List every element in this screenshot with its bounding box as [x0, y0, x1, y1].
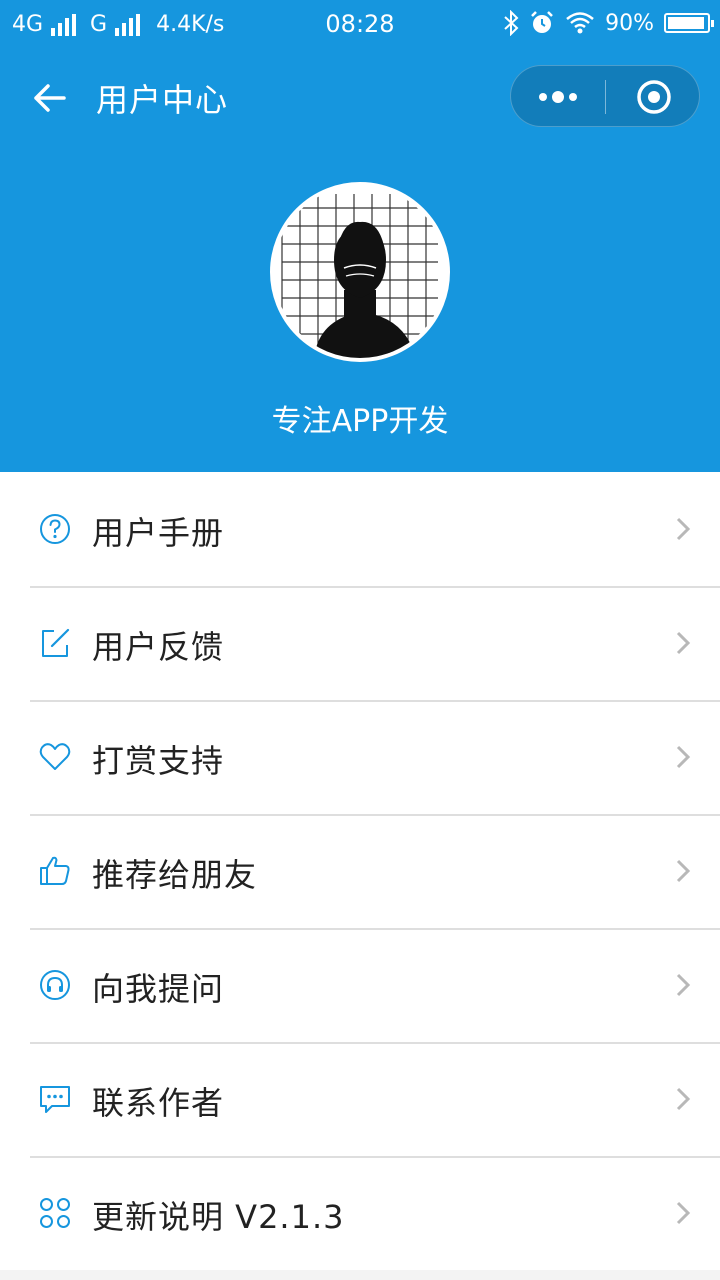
menu-item-label: 用户反馈	[92, 628, 225, 666]
close-target-icon[interactable]	[635, 78, 673, 116]
page-title: 用户中心	[96, 81, 229, 119]
menu-item-label: 推荐给朋友	[92, 856, 258, 894]
menu-item-label: 向我提问	[92, 970, 225, 1008]
battery-icon	[664, 13, 714, 33]
menu-item-changelog[interactable]: 更新说明 V2.1.3	[0, 1156, 720, 1270]
status-bar: 4G G 4.4K/s 08:28 90%	[0, 0, 720, 52]
menu-item-label: 打赏支持	[92, 742, 225, 780]
mini-program-capsule	[510, 65, 700, 127]
menu-list: 用户手册 用户反馈 打赏支持 推荐给朋友 向我提问 联系作者 更新说明 V2.1…	[0, 472, 720, 1270]
capsule-divider	[605, 80, 606, 114]
menu-item-label: 用户手册	[92, 514, 225, 552]
chevron-right-icon	[676, 745, 691, 769]
bluetooth-icon	[504, 10, 519, 36]
nav-bar: 用户中心	[0, 60, 720, 134]
menu-item-recommend[interactable]: 推荐给朋友	[0, 814, 720, 928]
profile-name: 专注APP开发	[271, 404, 449, 439]
menu-item-label: 联系作者	[92, 1084, 225, 1122]
back-arrow-icon[interactable]	[30, 78, 70, 118]
thumbs-up-icon	[40, 856, 70, 885]
edit-icon	[42, 628, 70, 657]
alarm-icon	[531, 11, 553, 33]
chevron-right-icon	[676, 517, 691, 541]
menu-item-feedback[interactable]: 用户反馈	[0, 586, 720, 700]
avatar[interactable]	[270, 182, 450, 362]
wifi-icon	[566, 12, 594, 34]
battery-percent: 90%	[605, 10, 654, 36]
chat-icon	[40, 1086, 70, 1113]
chevron-right-icon	[676, 973, 691, 997]
chevron-right-icon	[676, 859, 691, 883]
header-panel: 4G G 4.4K/s 08:28 90% 用户中心 专注APP开发	[0, 0, 720, 472]
menu-item-user-manual[interactable]: 用户手册	[0, 472, 720, 586]
avatar-image	[274, 186, 446, 358]
chevron-right-icon	[676, 1087, 691, 1111]
chevron-right-icon	[676, 631, 691, 655]
menu-item-label: 更新说明 V2.1.3	[92, 1198, 345, 1236]
more-icon[interactable]	[535, 84, 581, 110]
menu-item-ask-question[interactable]: 向我提问	[0, 928, 720, 1042]
chevron-right-icon	[676, 1201, 691, 1225]
status-right: 90%	[503, 10, 714, 36]
heart-icon	[39, 743, 71, 770]
help-circle-icon	[40, 514, 70, 544]
menu-item-donate[interactable]: 打赏支持	[0, 700, 720, 814]
grid-icon	[40, 1198, 70, 1228]
menu-item-contact-author[interactable]: 联系作者	[0, 1042, 720, 1156]
headset-icon	[40, 970, 70, 1000]
